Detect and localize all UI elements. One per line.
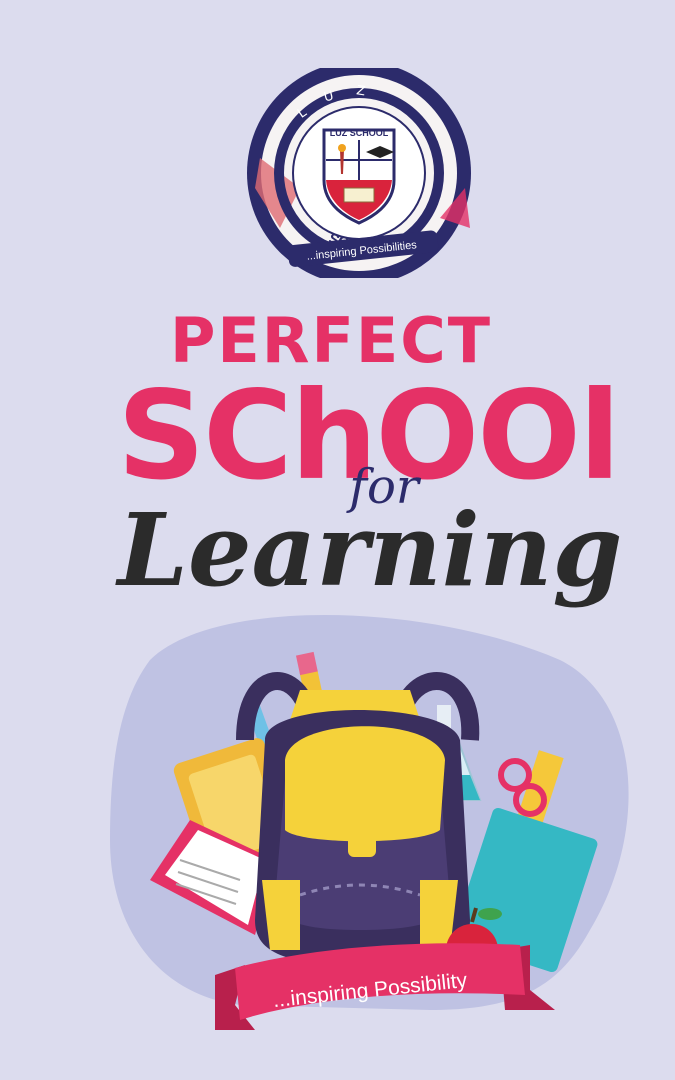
poster: LUZ LUZ SCHOOL SCHOOL ...inspiring Possi… [0,0,675,1080]
headline-learning: Learning [115,491,623,609]
headline: PERFECT SChOOl for Learning [115,304,623,609]
